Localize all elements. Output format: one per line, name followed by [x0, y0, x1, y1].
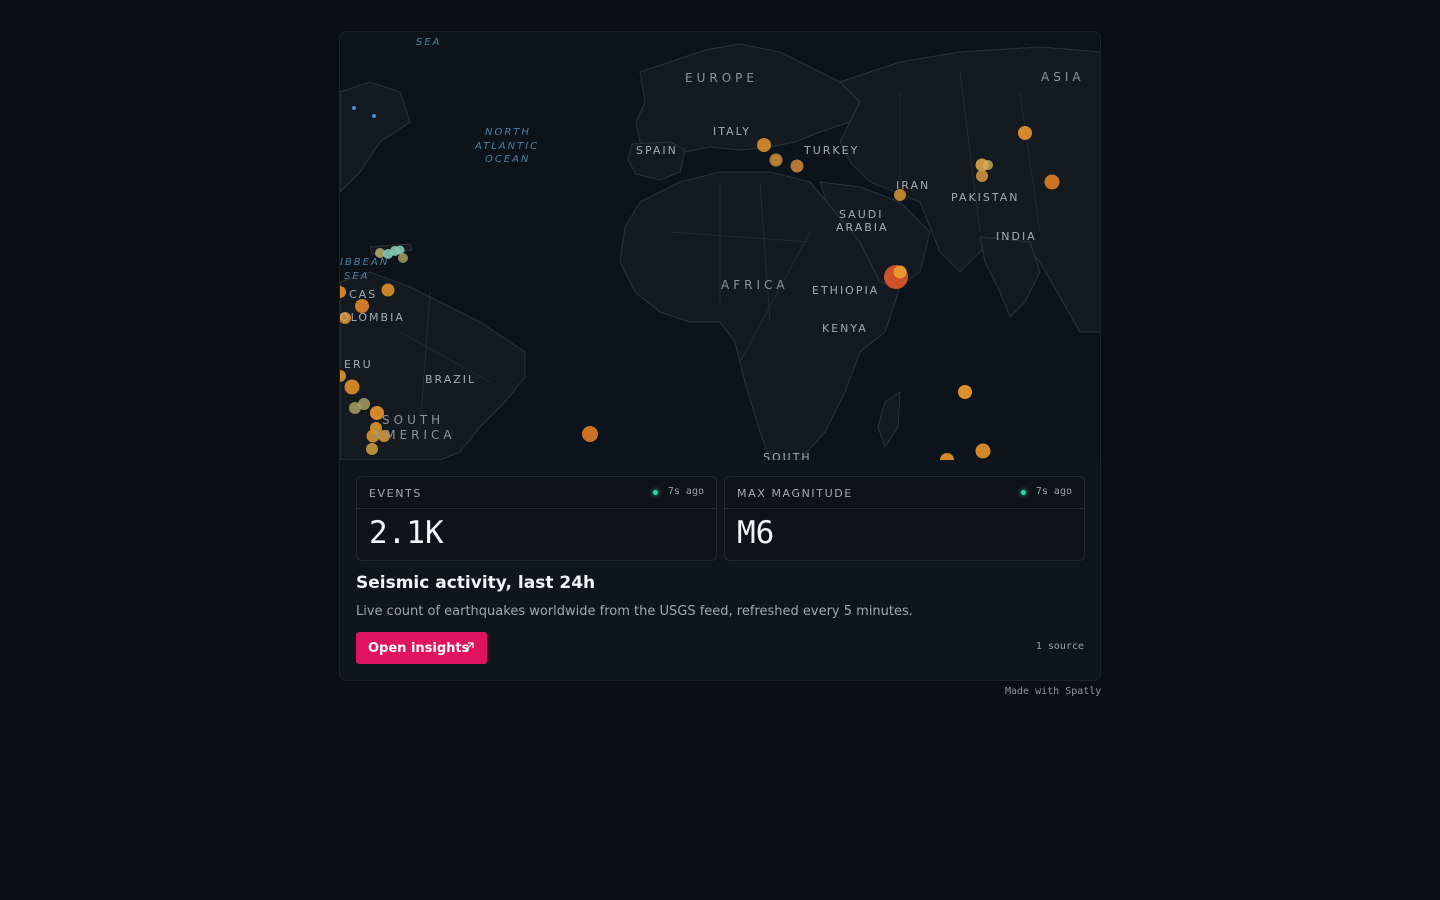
quake-marker: [398, 253, 408, 263]
map-label-india: INDIA: [996, 230, 1037, 243]
map-label-ocean: OCEAN: [485, 154, 531, 165]
quake-marker: [582, 426, 598, 442]
map-label-brazil: BRAZIL: [425, 373, 477, 386]
quake-marker: [358, 398, 370, 410]
map-label-pakistan: PAKISTAN: [951, 191, 1020, 204]
quake-marker: [893, 265, 907, 279]
open-insights-button[interactable]: Open insights: [356, 632, 487, 664]
quake-marker: [940, 453, 954, 460]
map-label-asia: ASIA: [1041, 70, 1085, 84]
map-label-turkey: TURKEY: [804, 144, 860, 157]
map-label-caribbean: IBBEAN: [340, 257, 390, 268]
map-label-colombia: OLOMBIA: [340, 311, 405, 324]
quake-marker: [769, 153, 783, 167]
stat-title: MAX MAGNITUDE: [737, 487, 853, 500]
map-label-spain: SPAIN: [636, 144, 678, 157]
card-title: Seismic activity, last 24h: [356, 573, 596, 593]
quake-marker: [381, 283, 395, 297]
external-link-icon: [463, 641, 475, 657]
map-label-sea: SEA: [416, 37, 442, 48]
map-label-africa: AFRICA: [721, 278, 789, 292]
stat-title: EVENTS: [369, 487, 422, 500]
quake-marker: [958, 385, 972, 399]
map-label-south: SOUTH: [763, 451, 812, 460]
quake-marker: [1044, 174, 1060, 190]
map-label-europe: EUROPE: [685, 71, 758, 85]
source-count: 1 source: [1035, 641, 1084, 652]
earthquake-map[interactable]: SEA NORTH ATLANTIC OCEAN IBBEAN SEA EURO…: [340, 32, 1100, 460]
map-label-italy: ITALY: [713, 125, 752, 138]
map-label-ethiopia: ETHIOPIA: [812, 284, 880, 297]
map-label-cas: CAS: [349, 288, 378, 301]
stat-value: M6: [737, 515, 775, 551]
stat-header: MAX MAGNITUDE 7s ago: [725, 477, 1084, 509]
map-label-america: AMERICA: [373, 428, 456, 442]
quake-marker: [790, 159, 804, 173]
map-canvas: [340, 43, 1100, 460]
quake-marker: [975, 443, 991, 459]
quake-marker: [1018, 126, 1032, 140]
made-with-credit[interactable]: Made with Spatly: [1005, 686, 1101, 697]
quake-marker: [983, 160, 993, 170]
map-label-saudi: SAUDI: [839, 208, 884, 221]
stat-events: EVENTS 7s ago 2.1K: [356, 476, 717, 561]
quake-marker: [757, 138, 771, 152]
map-label-north: NORTH: [485, 127, 531, 138]
madagascar-land: [877, 391, 901, 449]
card-description: Live count of earthquakes worldwide from…: [356, 604, 913, 619]
map-label-south-america: SOUTH: [382, 413, 445, 427]
stat-age: 7s ago: [667, 486, 704, 497]
open-insights-label: Open insights: [368, 641, 470, 656]
insight-card: SEA NORTH ATLANTIC OCEAN IBBEAN SEA EURO…: [339, 31, 1101, 681]
map-label-caribbean-sea: SEA: [344, 271, 370, 282]
stat-header: EVENTS 7s ago: [357, 477, 716, 509]
quake-marker-small: [352, 106, 356, 110]
map-label-atlantic: ATLANTIC: [475, 141, 540, 152]
live-indicator-icon: [1021, 490, 1026, 495]
live-indicator-icon: [653, 490, 658, 495]
map-label-iran: IRAN: [896, 179, 931, 192]
quake-marker: [976, 170, 988, 182]
stat-age: 7s ago: [1035, 486, 1072, 497]
quake-marker-small: [372, 114, 376, 118]
north-america-land: [340, 81, 411, 193]
stat-max-magnitude: MAX MAGNITUDE 7s ago M6: [724, 476, 1085, 561]
india-land: [979, 236, 1041, 318]
stat-value: 2.1K: [369, 515, 444, 551]
map-label-peru: ERU: [344, 358, 373, 371]
quake-marker: [366, 443, 378, 455]
map-label-kenya: KENYA: [822, 322, 868, 335]
quake-marker: [344, 379, 360, 395]
map-label-arabia: ARABIA: [836, 221, 889, 234]
